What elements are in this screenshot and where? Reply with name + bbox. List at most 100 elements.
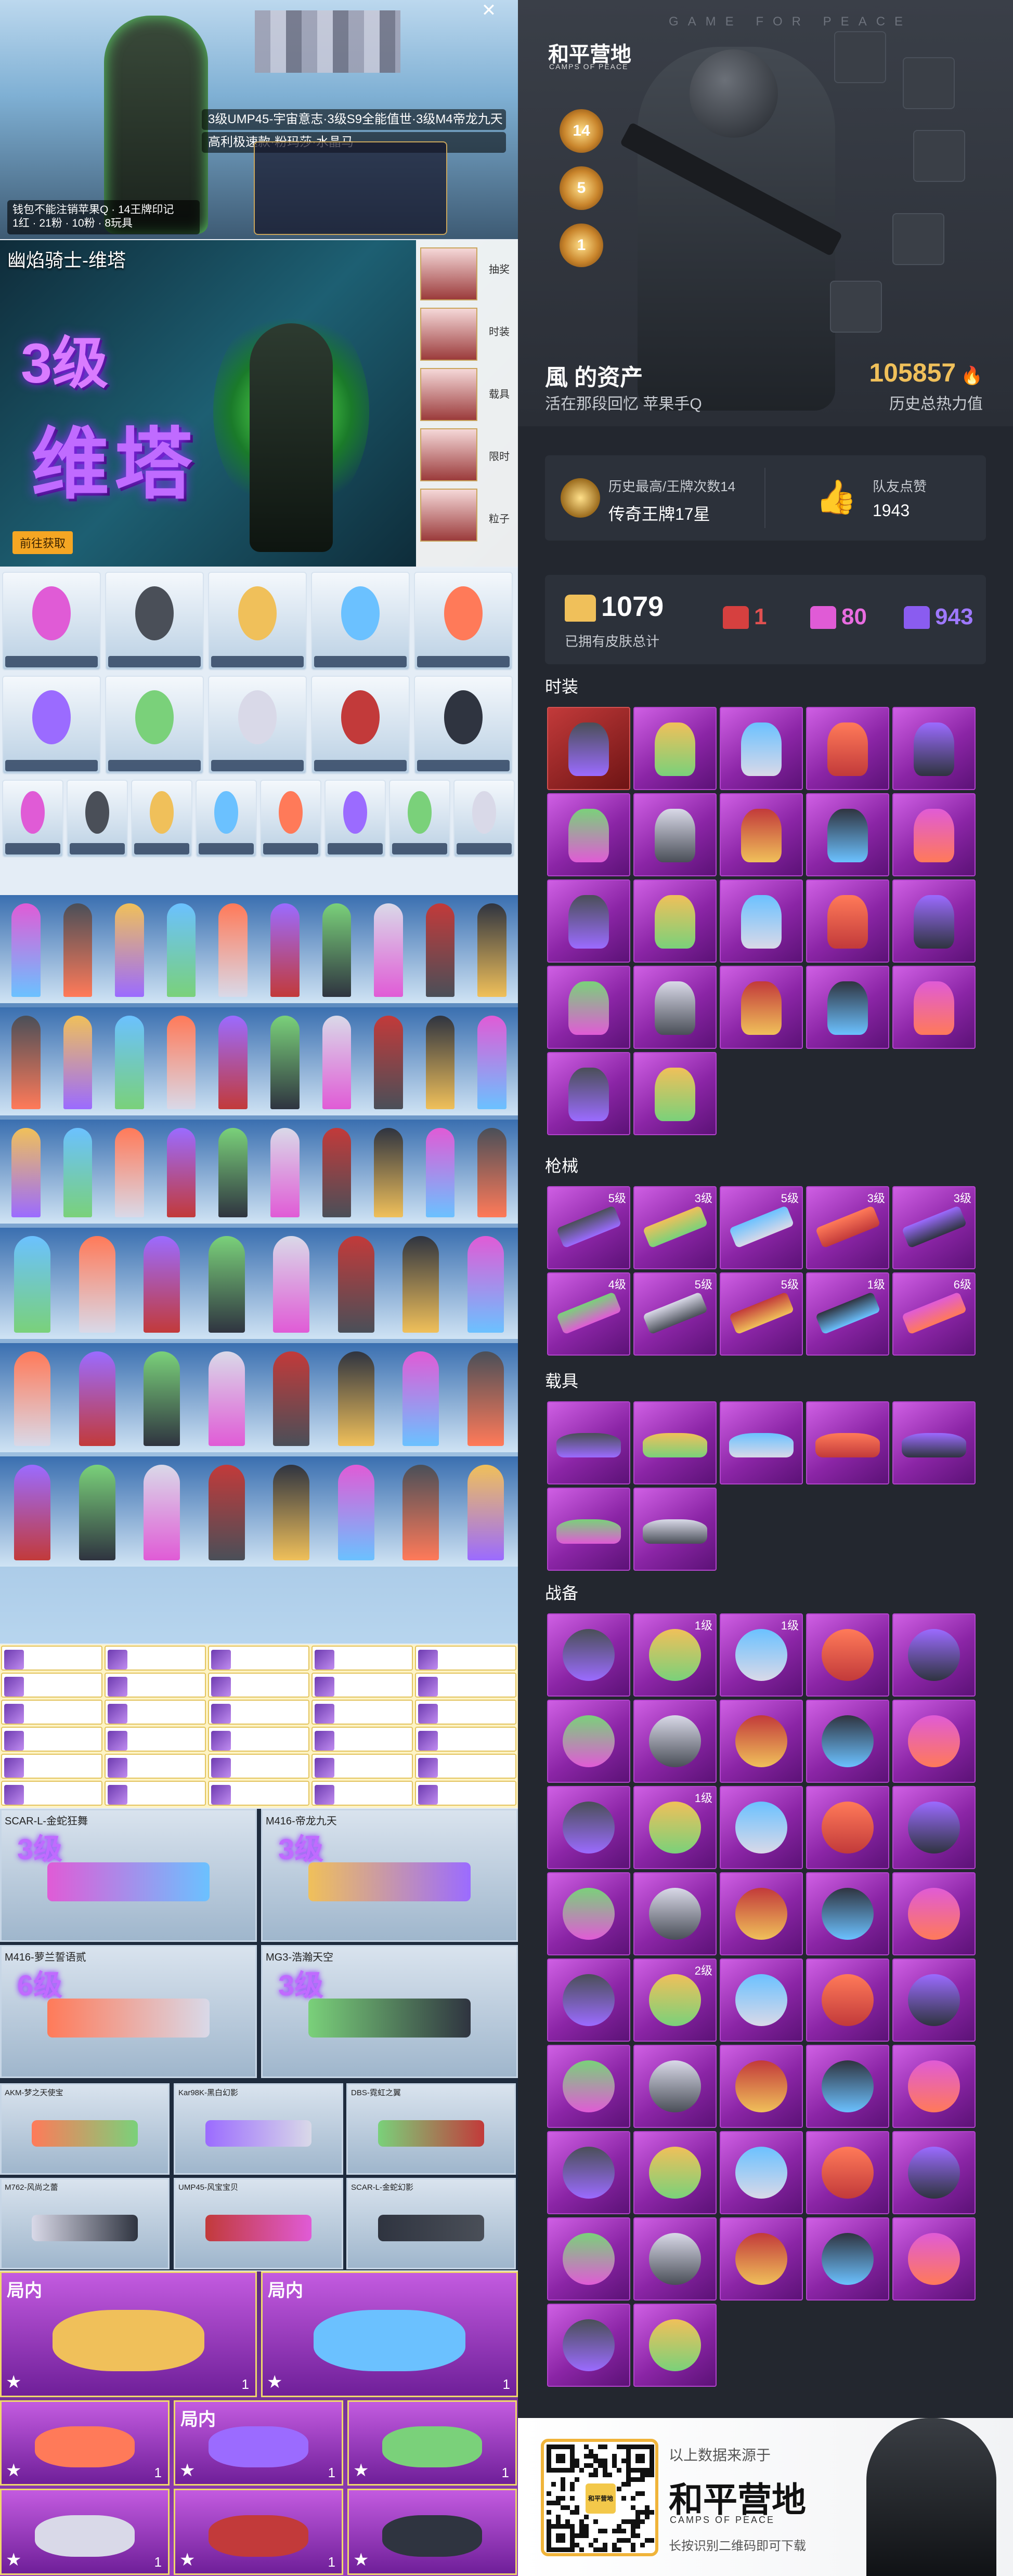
outfit-character[interactable] [166, 1128, 196, 1217]
outfit-character[interactable] [425, 1016, 455, 1109]
item-card[interactable] [1, 1727, 102, 1752]
weapon-card[interactable]: SCAR-L-金蛇幻影 [346, 2178, 516, 2269]
item-tile[interactable] [633, 2217, 717, 2301]
vehicle-card[interactable]: 1 ★ [0, 2489, 170, 2575]
outfit-character[interactable] [270, 903, 300, 997]
item-tile[interactable]: 1级 [633, 1613, 717, 1697]
outfit-character[interactable] [144, 1236, 180, 1333]
item-tile[interactable] [633, 1700, 717, 1783]
item-tile[interactable] [547, 1401, 630, 1484]
side-thumbnail[interactable] [420, 308, 477, 361]
weapon-card[interactable]: M416-帝龙九天 3级 [261, 1809, 518, 1942]
accessory-tile[interactable] [2, 676, 101, 774]
accessory-tile[interactable] [453, 780, 515, 858]
outfit-character[interactable] [63, 903, 93, 997]
accessory-tile[interactable] [208, 572, 307, 671]
item-tile[interactable]: 6级 [892, 1272, 976, 1356]
weapon-card[interactable]: UMP45-风宝宝贝 [174, 2178, 343, 2269]
item-tile[interactable]: 5级 [720, 1272, 803, 1356]
item-tile[interactable] [892, 793, 976, 876]
item-tile[interactable] [720, 707, 803, 790]
item-card[interactable] [415, 1700, 516, 1725]
item-tile[interactable] [633, 2131, 717, 2214]
item-tile[interactable] [892, 1401, 976, 1484]
item-tile[interactable]: 5级 [547, 1186, 630, 1269]
item-card[interactable] [311, 1727, 413, 1752]
weapon-card[interactable]: AKM-梦之天使宝 [0, 2083, 170, 2175]
item-tile[interactable] [547, 793, 630, 876]
item-tile[interactable] [892, 2131, 976, 2214]
item-tile[interactable] [806, 707, 889, 790]
weapon-card[interactable]: M416-萝兰誓语贰 6级 [0, 1945, 257, 2078]
item-tile[interactable] [720, 2045, 803, 2128]
outfit-character[interactable] [144, 1465, 180, 1560]
item-tile[interactable] [806, 2045, 889, 2128]
item-tile[interactable] [633, 1052, 717, 1135]
item-tile[interactable] [720, 2217, 803, 2301]
item-tile[interactable]: 4级 [547, 1272, 630, 1356]
item-tile[interactable] [720, 879, 803, 963]
vehicle-card[interactable]: 1 ★ [347, 2400, 517, 2486]
item-tile[interactable]: 3级 [633, 1186, 717, 1269]
item-tile[interactable] [892, 1613, 976, 1697]
outfit-character[interactable] [218, 1128, 248, 1217]
outfit-character[interactable] [402, 1351, 439, 1446]
item-card[interactable] [1, 1646, 102, 1671]
weapon-card[interactable]: MG3-浩瀚天空 3级 [261, 1945, 518, 2078]
outfit-character[interactable] [337, 1351, 374, 1446]
side-thumbnail[interactable] [420, 247, 477, 300]
item-tile[interactable] [547, 2045, 630, 2128]
item-tile[interactable] [547, 1700, 630, 1783]
vehicle-card[interactable]: 局内 1 ★ [261, 2271, 518, 2397]
item-card[interactable] [105, 1781, 206, 1806]
outfit-character[interactable] [425, 1128, 455, 1217]
item-tile[interactable] [892, 2217, 976, 2301]
outfit-character[interactable] [322, 903, 352, 997]
accessory-tile[interactable] [208, 676, 307, 774]
outfit-character[interactable] [477, 1016, 507, 1109]
item-tile[interactable] [633, 1872, 717, 1955]
item-card[interactable] [105, 1700, 206, 1725]
side-nav-item[interactable]: 载具 [484, 386, 515, 401]
item-tile[interactable] [806, 2131, 889, 2214]
item-tile[interactable] [547, 1959, 630, 2042]
outfit-character[interactable] [270, 1016, 300, 1109]
item-tile[interactable] [720, 966, 803, 1049]
item-tile[interactable] [806, 1786, 889, 1869]
item-tile[interactable] [547, 2217, 630, 2301]
item-tile[interactable] [720, 1700, 803, 1783]
outfit-character[interactable] [467, 1236, 504, 1333]
accessory-tile[interactable] [414, 572, 513, 671]
outfit-character[interactable] [467, 1465, 504, 1560]
outfit-character[interactable] [208, 1351, 245, 1446]
side-nav-item[interactable]: 时装 [484, 323, 515, 338]
item-tile[interactable] [806, 1959, 889, 2042]
accessory-tile[interactable] [2, 572, 101, 671]
accessory-tile[interactable] [311, 572, 410, 671]
qr-code[interactable]: 和平营地 [541, 2439, 658, 2556]
accessory-tile[interactable] [105, 676, 204, 774]
accessory-tile[interactable] [196, 780, 257, 858]
item-card[interactable] [208, 1781, 309, 1806]
item-tile[interactable] [720, 1786, 803, 1869]
item-tile[interactable] [720, 1401, 803, 1484]
outfit-character[interactable] [273, 1236, 310, 1333]
side-thumbnail[interactable] [420, 428, 477, 481]
item-card[interactable] [105, 1673, 206, 1698]
item-card[interactable] [415, 1646, 516, 1671]
item-tile[interactable] [806, 793, 889, 876]
outfit-character[interactable] [402, 1465, 439, 1560]
weapon-card[interactable]: DBS-霓虹之翼 [346, 2083, 516, 2175]
item-tile[interactable] [633, 2045, 717, 2128]
accessory-tile[interactable] [131, 780, 192, 858]
item-tile[interactable]: 5级 [720, 1186, 803, 1269]
item-tile[interactable] [806, 2217, 889, 2301]
outfit-character[interactable] [208, 1465, 245, 1560]
item-card[interactable] [311, 1700, 413, 1725]
outfit-character[interactable] [63, 1016, 93, 1109]
outfit-character[interactable] [11, 1128, 41, 1217]
outfit-character[interactable] [273, 1351, 310, 1446]
outfit-character[interactable] [115, 903, 144, 997]
item-tile[interactable] [720, 1959, 803, 2042]
outfit-character[interactable] [11, 1016, 41, 1109]
